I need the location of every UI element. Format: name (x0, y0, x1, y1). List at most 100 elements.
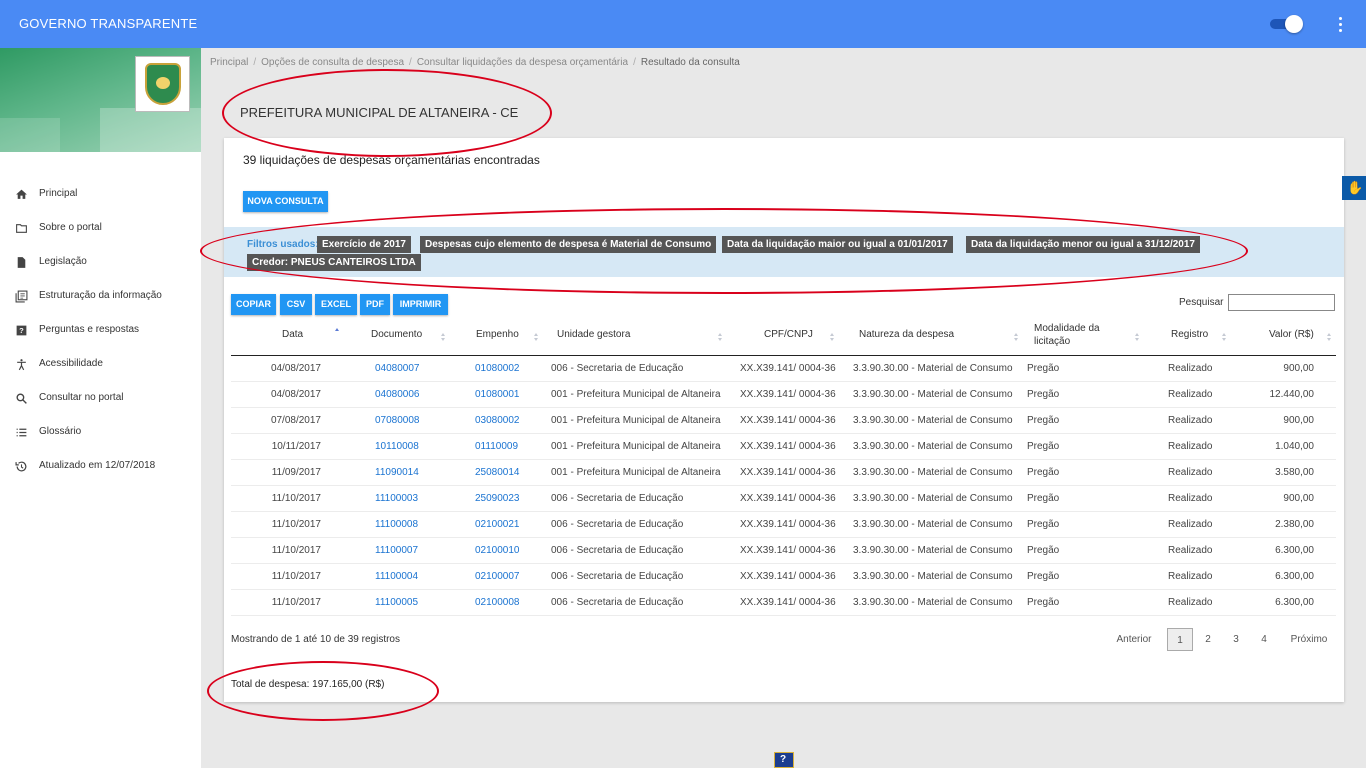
pagination-page-2[interactable]: 2 (1198, 628, 1218, 651)
more-vert-icon[interactable] (1333, 14, 1347, 34)
table-row: 11/10/2017 11100004 02100007 006 - Secretar… (231, 564, 1336, 590)
cell-documento-link[interactable]: 11090014 (375, 467, 435, 478)
copy-button[interactable]: COPIAR (231, 294, 276, 315)
cell-data: 11/09/2017 (271, 467, 321, 478)
sort-icon[interactable] (534, 333, 539, 342)
cell-documento-link[interactable]: 04080006 (375, 389, 435, 400)
sidebar: Principal Sobre o portal Legislação Estr… (0, 48, 201, 768)
cell-valor: 1.040,00 (1275, 441, 1314, 452)
cell-data: 11/10/2017 (271, 545, 321, 556)
cell-empenho-link[interactable]: 01110009 (475, 441, 535, 452)
cell-unidade: 006 - Secretaria de Educação (551, 545, 684, 556)
folder-icon (16, 224, 27, 233)
cell-registro: Realizado (1168, 363, 1213, 374)
sidebar-item-perguntas[interactable]: ? Perguntas e respostas (0, 314, 201, 348)
sidebar-item-consultar[interactable]: Consultar no portal (0, 382, 201, 416)
sidebar-item-sobre[interactable]: Sobre o portal (0, 212, 201, 246)
table-header: Data Documento Empenho Unidade gestora C… (231, 318, 1336, 356)
sidebar-item-glossario[interactable]: Glossário (0, 416, 201, 450)
cell-data: 11/10/2017 (271, 519, 321, 530)
cell-documento-link[interactable]: 10110008 (375, 441, 435, 452)
cell-empenho-link[interactable]: 02100010 (475, 545, 535, 556)
column-header-documento[interactable]: Documento (371, 328, 422, 341)
cell-documento-link[interactable]: 11100008 (375, 519, 435, 530)
pagination-previous[interactable]: Anterior (1112, 628, 1156, 651)
sort-icon[interactable] (441, 333, 446, 342)
sort-icon[interactable] (830, 333, 835, 342)
cell-empenho-link[interactable]: 01080002 (475, 363, 535, 374)
cell-documento-link[interactable]: 04080007 (375, 363, 435, 374)
column-header-unidade[interactable]: Unidade gestora (557, 328, 630, 341)
search-icon (16, 393, 27, 404)
pagination-page-1[interactable]: 1 (1167, 628, 1193, 651)
cell-documento-link[interactable]: 07080008 (375, 415, 435, 426)
cell-data: 11/10/2017 (271, 597, 321, 608)
cell-documento-link[interactable]: 11100004 (375, 571, 435, 582)
sort-icon[interactable] (1135, 333, 1140, 342)
breadcrumb-link[interactable]: Opções de consulta de despesa (261, 57, 404, 68)
result-count: 39 liquidações de despesas orçamentárias… (243, 153, 540, 167)
sidebar-item-estruturacao[interactable]: Estruturação da informação (0, 280, 201, 314)
cell-documento-link[interactable]: 11100007 (375, 545, 435, 556)
csv-button[interactable]: CSV (280, 294, 312, 315)
theme-toggle[interactable] (1270, 15, 1303, 33)
sidebar-item-principal[interactable]: Principal (0, 178, 201, 212)
cell-documento-link[interactable]: 11100005 (375, 597, 435, 608)
cell-natureza: 3.3.90.30.00 - Material de Consumo (853, 493, 1013, 504)
cell-unidade: 001 - Prefeitura Municipal de Altaneira (551, 441, 721, 452)
cell-empenho-link[interactable]: 02100021 (475, 519, 535, 530)
column-header-valor[interactable]: Valor (R$) (1269, 328, 1314, 341)
sort-icon[interactable] (1014, 333, 1019, 342)
sidebar-item-label: Consultar no portal (39, 392, 124, 403)
column-header-natureza[interactable]: Natureza da despesa (859, 328, 954, 341)
sort-ascending-icon[interactable] (335, 328, 340, 337)
sidebar-item-acessibilidade[interactable]: Acessibilidade (0, 348, 201, 382)
cell-empenho-link[interactable]: 02100008 (475, 597, 535, 608)
sort-icon[interactable] (1327, 333, 1332, 342)
table-row: 11/10/2017 11100005 02100008 006 - Secretar… (231, 590, 1336, 616)
pagination-page-4[interactable]: 4 (1254, 628, 1274, 651)
cell-empenho-link[interactable]: 03080002 (475, 415, 535, 426)
table-row: 04/08/2017 04080006 01080001 001 - Prefeitu… (231, 382, 1336, 408)
breadcrumb-link[interactable]: Consultar liquidações da despesa orçamen… (417, 57, 628, 68)
cell-unidade: 006 - Secretaria de Educação (551, 363, 684, 374)
sidebar-item-label: Perguntas e respostas (39, 324, 140, 335)
cell-data: 11/10/2017 (271, 571, 321, 582)
cell-natureza: 3.3.90.30.00 - Material de Consumo (853, 389, 1013, 400)
top-app-bar: GOVERNO TRANSPARENTE (0, 0, 1366, 48)
sort-icon[interactable] (1222, 333, 1227, 342)
cell-empenho-link[interactable]: 25090023 (475, 493, 535, 504)
table-row: 07/08/2017 07080008 03080002 001 - Prefeitu… (231, 408, 1336, 434)
search-label: Pesquisar (1179, 297, 1224, 308)
pagination-page-3[interactable]: 3 (1226, 628, 1246, 651)
cell-registro: Realizado (1168, 545, 1213, 556)
cell-unidade: 001 - Prefeitura Municipal de Altaneira (551, 467, 721, 478)
new-query-button[interactable]: NOVA CONSULTA (243, 191, 328, 212)
cell-valor: 6.300,00 (1275, 597, 1314, 608)
search-input[interactable] (1228, 294, 1335, 311)
column-header-empenho[interactable]: Empenho (476, 328, 519, 341)
column-header-registro[interactable]: Registro (1171, 328, 1208, 341)
cell-data: 07/08/2017 (270, 415, 321, 426)
sign-language-icon[interactable]: ✋ (1342, 176, 1366, 200)
excel-button[interactable]: EXCEL (315, 294, 357, 315)
cell-documento-link[interactable]: 11100003 (375, 493, 435, 504)
sort-icon[interactable] (718, 333, 723, 342)
print-button[interactable]: IMPRIMIR (393, 294, 448, 315)
pdf-button[interactable]: PDF (360, 294, 390, 315)
breadcrumb-link[interactable]: Principal (210, 57, 248, 68)
cell-unidade: 006 - Secretaria de Educação (551, 597, 684, 608)
sidebar-item-label: Acessibilidade (39, 358, 103, 369)
cell-empenho-link[interactable]: 02100007 (475, 571, 535, 582)
table-row: 04/08/2017 04080007 01080002 006 - Secretar… (231, 356, 1336, 382)
list-icon (16, 428, 27, 437)
pagination-next[interactable]: Próximo (1284, 628, 1334, 651)
cell-unidade: 006 - Secretaria de Educação (551, 493, 684, 504)
column-header-data[interactable]: Data (282, 328, 303, 341)
column-header-cpf[interactable]: CPF/CNPJ (764, 328, 813, 341)
sidebar-item-legislacao[interactable]: Legislação (0, 246, 201, 280)
cell-empenho-link[interactable]: 25080014 (475, 467, 535, 478)
cell-empenho-link[interactable]: 01080001 (475, 389, 535, 400)
cell-data: 04/08/2017 (270, 363, 321, 374)
column-header-modalidade[interactable]: Modalidade da licitação (1034, 322, 1114, 348)
